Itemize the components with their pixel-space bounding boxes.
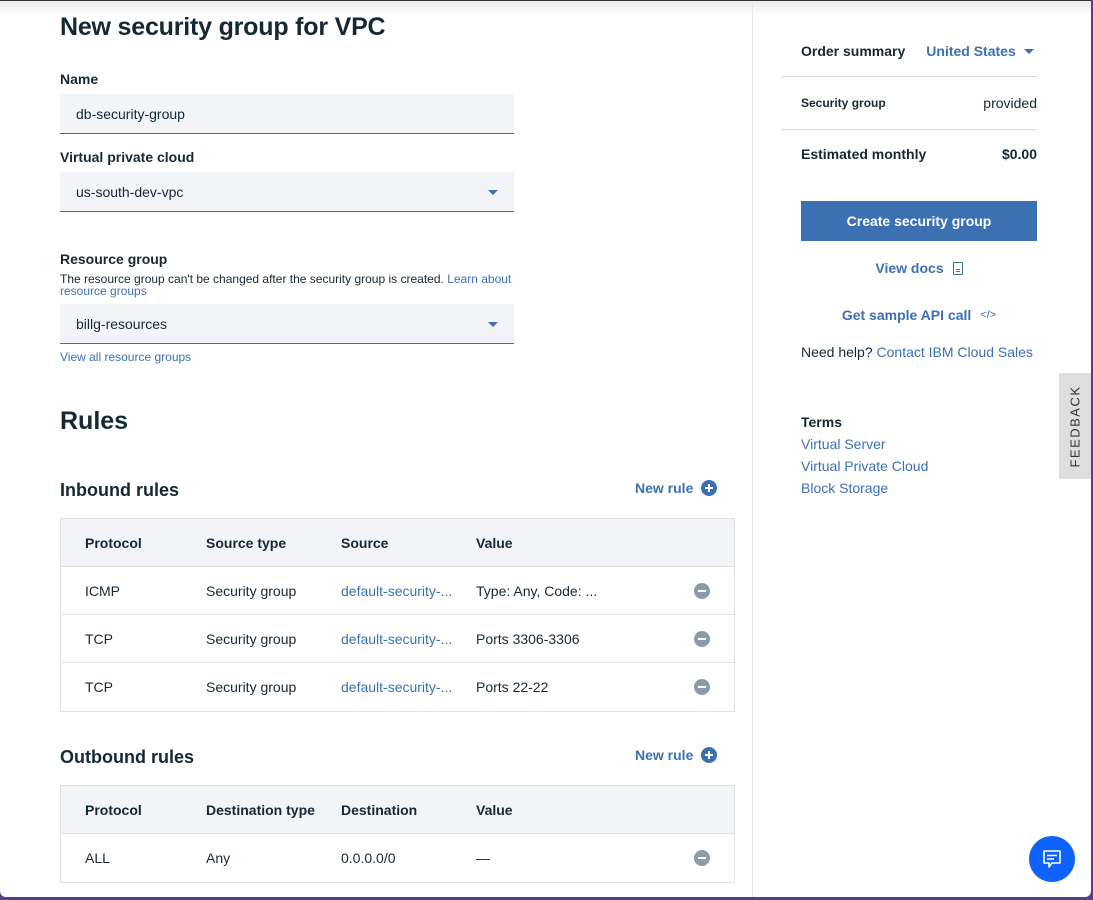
estimate-value: $0.00	[1001, 146, 1037, 162]
feedback-tab[interactable]: FEEDBACK	[1059, 373, 1091, 479]
app-window: New security group for VPC Name db-secur…	[0, 0, 1091, 897]
column-header-destination-type: Destination type	[206, 801, 315, 818]
column-header-source: Source	[341, 534, 389, 551]
column-header-source-type: Source type	[206, 534, 287, 551]
column-header-value: Value	[476, 534, 513, 551]
document-icon	[952, 261, 963, 275]
cell-protocol: TCP	[85, 679, 113, 695]
cell-source-link[interactable]: default-security-...	[341, 631, 476, 647]
name-input-value: db-security-group	[76, 106, 185, 122]
resource-group-select[interactable]: billg-resources	[60, 304, 514, 344]
table-row: ALL Any 0.0.0.0/0 —	[61, 834, 734, 882]
cell-source-link[interactable]: default-security-...	[341, 679, 476, 695]
region-value: United States	[926, 43, 1016, 59]
column-header-destination: Destination	[341, 801, 418, 818]
summary-item-value: provided	[983, 95, 1037, 111]
table-header: Protocol Destination type Destination Va…	[61, 786, 734, 834]
create-security-group-button[interactable]: Create security group	[801, 201, 1037, 241]
remove-rule-icon[interactable]	[694, 850, 710, 866]
vpc-label: Virtual private cloud	[60, 149, 195, 165]
region-dropdown[interactable]: United States	[926, 43, 1034, 59]
cell-value: Type: Any, Code: ...	[476, 582, 598, 599]
summary-item-row: Security group provided	[801, 95, 1037, 111]
order-summary-header: Order summary United States	[801, 43, 1037, 59]
divider	[781, 76, 1037, 77]
chevron-down-icon	[488, 322, 498, 327]
resource-group-helper: The resource group can't be changed afte…	[60, 273, 520, 297]
view-docs-label: View docs	[875, 260, 944, 276]
column-header-protocol: Protocol	[85, 801, 142, 818]
inbound-rules-table: Protocol Source type Source Value ICMP S…	[60, 518, 735, 712]
cell-value: —	[476, 850, 490, 866]
rules-title: Rules	[60, 407, 129, 435]
divider	[781, 129, 1037, 130]
code-icon: </>	[980, 309, 997, 321]
contact-sales-link[interactable]: Contact IBM Cloud Sales	[877, 344, 1033, 360]
remove-rule-icon[interactable]	[694, 583, 710, 599]
terms-link-virtual-server[interactable]: Virtual Server	[801, 436, 886, 452]
chevron-down-icon	[1023, 48, 1034, 54]
cell-source-link[interactable]: default-security-...	[341, 583, 476, 599]
cell-destination-type: Any	[206, 850, 231, 866]
outbound-new-rule-button[interactable]: New rule	[635, 747, 718, 763]
outbound-rules-title: Outbound rules	[60, 747, 194, 767]
cell-protocol: ALL	[85, 850, 110, 866]
add-circle-icon	[701, 480, 718, 496]
estimate-row: Estimated monthly $0.00	[801, 146, 1037, 162]
chevron-down-icon	[488, 190, 498, 195]
cell-protocol: ICMP	[85, 582, 120, 599]
new-rule-label: New rule	[635, 747, 694, 763]
table-row: TCP Security group default-security-... …	[61, 663, 734, 711]
view-all-resource-groups-link[interactable]: View all resource groups	[60, 350, 191, 364]
sample-api-label: Get sample API call	[841, 307, 972, 323]
main-form: New security group for VPC Name db-secur…	[0, 1, 752, 897]
page-title: New security group for VPC	[60, 13, 386, 41]
table-header: Protocol Source type Source Value	[61, 519, 734, 567]
terms-link-vpc[interactable]: Virtual Private Cloud	[801, 458, 928, 474]
table-row: TCP Security group default-security-... …	[61, 615, 734, 663]
order-summary-panel: Order summary United States Security gro…	[752, 1, 1091, 897]
cell-protocol: TCP	[85, 630, 113, 647]
column-header-value: Value	[476, 801, 513, 818]
cell-source-type: Security group	[206, 679, 297, 695]
cell-value: Ports 3306-3306	[476, 630, 580, 647]
cell-source-type: Security group	[206, 582, 297, 599]
remove-rule-icon[interactable]	[694, 631, 710, 647]
chat-button[interactable]	[1029, 836, 1075, 882]
name-label: Name	[60, 71, 99, 87]
order-summary-title: Order summary	[801, 43, 906, 59]
sample-api-link[interactable]: Get sample API call </>	[801, 307, 1037, 323]
help-label: Need help?	[801, 344, 873, 360]
inbound-new-rule-button[interactable]: New rule	[635, 480, 718, 496]
name-input[interactable]: db-security-group	[60, 94, 514, 134]
terms-title: Terms	[801, 414, 842, 430]
cell-destination: 0.0.0.0/0	[341, 850, 396, 866]
top-shadow	[0, 1, 1091, 15]
table-row: ICMP Security group default-security-...…	[61, 567, 734, 615]
cell-value: Ports 22-22	[476, 679, 549, 695]
resource-group-label: Resource group	[60, 251, 168, 267]
help-text: Need help? Contact IBM Cloud Sales	[801, 344, 1033, 360]
column-header-protocol: Protocol	[85, 534, 142, 551]
view-docs-link[interactable]: View docs	[801, 260, 1037, 276]
remove-rule-icon[interactable]	[694, 679, 710, 695]
new-rule-label: New rule	[635, 480, 694, 496]
outbound-rules-table: Protocol Destination type Destination Va…	[60, 785, 735, 883]
feedback-label: FEEDBACK	[1067, 384, 1083, 468]
inbound-rules-title: Inbound rules	[60, 480, 179, 500]
vpc-select[interactable]: us-south-dev-vpc	[60, 172, 514, 212]
terms-link-block-storage[interactable]: Block Storage	[801, 480, 888, 496]
cell-source-type: Security group	[206, 630, 297, 647]
add-circle-icon	[701, 747, 718, 763]
chat-icon	[1043, 850, 1061, 868]
estimate-label: Estimated monthly	[801, 146, 927, 162]
summary-item-label: Security group	[801, 96, 886, 110]
vpc-select-value: us-south-dev-vpc	[76, 184, 184, 200]
resource-group-select-value: billg-resources	[76, 316, 168, 332]
